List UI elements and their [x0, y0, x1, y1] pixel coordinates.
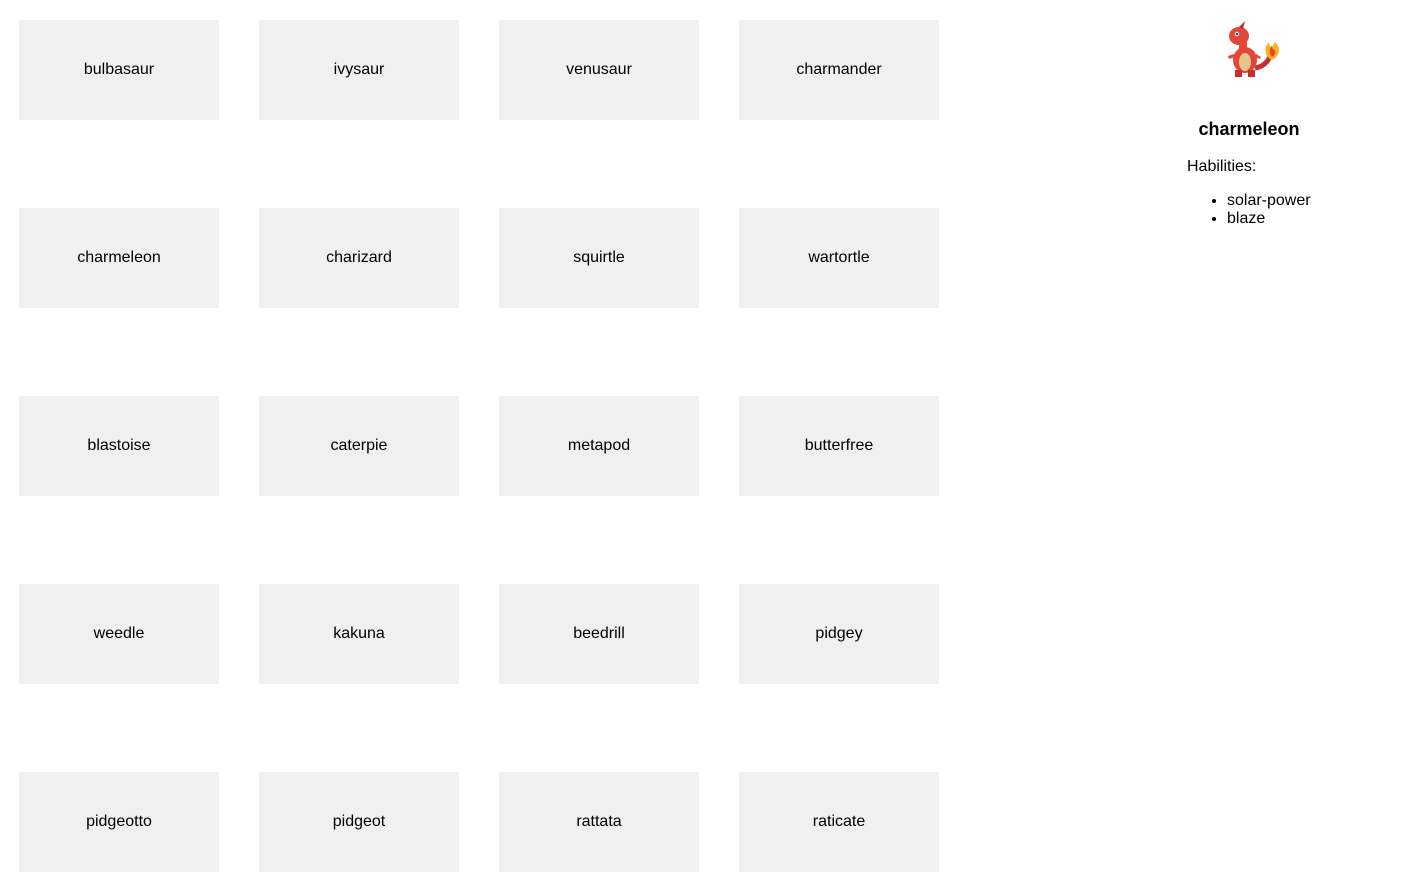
pokemon-card-label: bulbasaur	[83, 61, 155, 78]
pokemon-card-label: ivysaur	[333, 61, 385, 78]
pokemon-card[interactable]: squirtle	[499, 208, 699, 308]
pokemon-name: charmeleon	[1198, 119, 1300, 139]
pokemon-card-label: pidgeot	[332, 813, 386, 830]
pokemon-card-label: weedle	[93, 625, 145, 642]
pokemon-card[interactable]: rattata	[499, 772, 699, 872]
pokemon-card[interactable]: raticate	[739, 772, 939, 872]
pokemon-card-label: pidgey	[815, 625, 863, 642]
ability-item: blaze	[1227, 210, 1387, 228]
pokemon-card-label: rattata	[576, 813, 622, 830]
pokemon-card[interactable]: blastoise	[19, 396, 219, 496]
pokemon-card-label: kakuna	[333, 625, 385, 642]
pokemon-card-label: butterfree	[804, 437, 874, 454]
pokemon-card[interactable]: beedrill	[499, 584, 699, 684]
pokemon-sprite	[1187, 14, 1311, 86]
pokemon-card[interactable]: wartortle	[739, 208, 939, 308]
pokemon-card-label: pidgeotto	[86, 813, 152, 830]
pokemon-card[interactable]: ivysaur	[259, 20, 459, 120]
pokemon-card[interactable]: kakuna	[259, 584, 459, 684]
pokemon-card-label: metapod	[567, 437, 631, 454]
pokemon-card-label: beedrill	[573, 625, 625, 642]
pokemon-card-label: blastoise	[87, 437, 151, 454]
pokemon-card[interactable]: charizard	[259, 208, 459, 308]
pokemon-card[interactable]: pidgeot	[259, 772, 459, 872]
pokemon-card-label: raticate	[812, 813, 866, 830]
abilities-list: solar-powerblaze	[1187, 192, 1387, 228]
pokemon-card-label: caterpie	[330, 437, 388, 454]
abilities-label: Habilities:	[1187, 158, 1257, 175]
pokemon-card-label: charmander	[796, 61, 882, 78]
pokemon-card[interactable]: caterpie	[259, 396, 459, 496]
pokemon-card[interactable]: pidgey	[739, 584, 939, 684]
pokemon-card-label: venusaur	[566, 61, 632, 78]
pokemon-card[interactable]: metapod	[499, 396, 699, 496]
pokemon-card-label: charmeleon	[77, 249, 161, 266]
pokemon-card-label: squirtle	[573, 249, 625, 266]
pokemon-card[interactable]: butterfree	[739, 396, 939, 496]
pokemon-card[interactable]: charmander	[739, 20, 939, 120]
ability-item: solar-power	[1227, 192, 1387, 210]
pokemon-card-label: wartortle	[808, 249, 870, 266]
pokemon-card[interactable]: weedle	[19, 584, 219, 684]
pokemon-card-label: charizard	[326, 249, 392, 266]
pokemon-detail-panel: charmeleon Habilities: solar-powerblaze	[1187, 14, 1387, 228]
pokemon-card[interactable]: pidgeotto	[19, 772, 219, 872]
charmeleon-sprite-icon	[1228, 21, 1279, 77]
pokemon-card[interactable]: bulbasaur	[19, 20, 219, 120]
pokemon-card[interactable]: venusaur	[499, 20, 699, 120]
pokemon-grid: bulbasaur ivysaur venusaur charmander charme…	[19, 20, 939, 872]
pokemon-card[interactable]: charmeleon	[19, 208, 219, 308]
